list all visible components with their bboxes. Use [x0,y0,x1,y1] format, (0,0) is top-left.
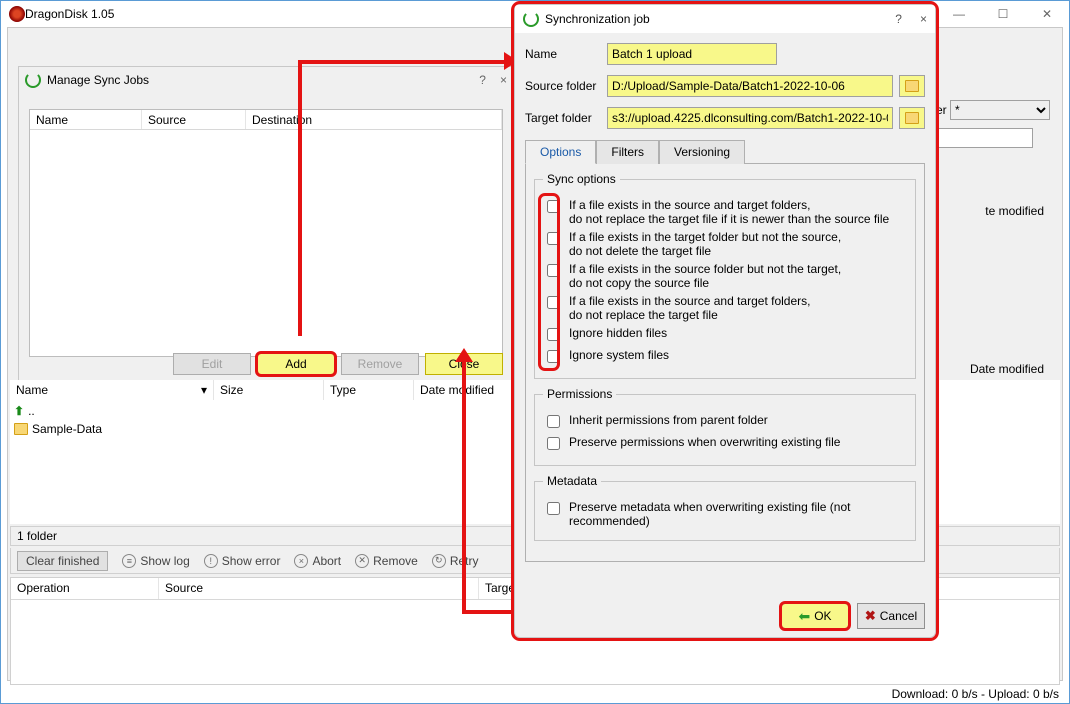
col-name[interactable]: Name▾ [10,380,214,400]
source-label: Source folder [525,79,601,93]
folder-icon [905,80,919,92]
filter-select[interactable]: * [950,100,1050,120]
error-icon: ! [204,554,218,568]
annotation-arrow [462,360,466,614]
remove-icon: ✕ [355,554,369,568]
sync-icon [25,72,41,88]
sync-options-group: Sync options If a file exists in the sou… [534,172,916,379]
tab-options[interactable]: Options [525,140,596,164]
abort-icon: × [294,554,308,568]
folder-icon [14,423,28,435]
annotation-arrow [298,60,302,336]
col-size[interactable]: Size [214,380,324,400]
minimize-button[interactable]: — [937,1,981,27]
annotation-arrow [298,60,508,64]
opt-noreplace-checkbox[interactable] [547,296,560,309]
target-folder-field[interactable] [607,107,893,129]
name-label: Name [525,47,601,61]
app-title: DragonDisk 1.05 [25,7,114,21]
target-label: Target folder [525,111,601,125]
tab-filters[interactable]: Filters [596,140,659,164]
remove-button[interactable]: Remove [341,353,419,375]
sync-job-dialog: Synchronization job ? × Name Source fold… [514,4,936,638]
permissions-group: Permissions Inherit permissions from par… [534,387,916,466]
jobs-table[interactable]: Name Source Destination [29,109,503,357]
edit-button[interactable]: Edit [173,353,251,375]
cancel-button[interactable]: ✖Cancel [857,603,925,629]
tab-content: Sync options If a file exists in the sou… [525,163,925,562]
col-type[interactable]: Type [324,380,414,400]
check-icon: ⬅ [798,608,810,625]
manage-sync-jobs-dialog: Manage Sync Jobs ? × Name Source Destina… [18,66,514,382]
opt-newer-checkbox[interactable] [547,200,560,213]
status-bar: Download: 0 b/s - Upload: 0 b/s [892,687,1059,701]
perm-preserve-checkbox[interactable] [547,437,560,450]
col-operation[interactable]: Operation [11,578,159,599]
name-field[interactable] [607,43,777,65]
tab-versioning[interactable]: Versioning [659,140,745,164]
help-button[interactable]: ? [479,73,486,87]
remove-button[interactable]: ✕Remove [355,554,418,568]
maximize-button[interactable]: ☐ [981,1,1025,27]
up-arrow-icon: ⬆ [14,404,24,418]
opt-nocopy-checkbox[interactable] [547,264,560,277]
ok-button[interactable]: ⬅OK [781,603,849,629]
browse-source-button[interactable] [899,75,925,97]
col-destination[interactable]: Destination [246,110,502,129]
metadata-group: Metadata Preserve metadata when overwrit… [534,474,916,541]
app-icon [9,6,25,22]
x-icon: ✖ [865,608,876,624]
col-source[interactable]: Source [159,578,479,599]
arrow-head-icon [455,348,473,362]
opt-hidden-checkbox[interactable] [547,328,560,341]
opt-system-checkbox[interactable] [547,350,560,363]
close-icon[interactable]: × [920,12,927,26]
source-folder-field[interactable] [607,75,893,97]
help-button[interactable]: ? [895,12,902,26]
opt-nodelete-checkbox[interactable] [547,232,560,245]
log-icon: ≡ [122,554,136,568]
filter-input[interactable] [933,128,1033,148]
folder-icon [905,112,919,124]
dialog-title: Synchronization job [545,12,650,26]
retry-icon: ↻ [432,554,446,568]
sync-icon [523,11,539,27]
close-button[interactable]: ✕ [1025,1,1069,27]
manage-title: Manage Sync Jobs [47,73,149,87]
show-log-button[interactable]: ≡Show log [122,554,189,568]
abort-button[interactable]: ×Abort [294,554,341,568]
filter-row: ter * [933,100,1050,148]
col-date-modified-2: Date modified [970,362,1044,376]
clear-finished-button[interactable]: Clear finished [17,551,108,571]
close-icon[interactable]: × [500,73,507,87]
col-date-modified: te modified [985,204,1044,218]
show-error-button[interactable]: !Show error [204,554,281,568]
perm-inherit-checkbox[interactable] [547,415,560,428]
col-source[interactable]: Source [142,110,246,129]
meta-preserve-checkbox[interactable] [547,502,560,515]
col-name[interactable]: Name [30,110,142,129]
browse-target-button[interactable] [899,107,925,129]
retry-button[interactable]: ↻Retry [432,554,479,568]
add-button[interactable]: Add [257,353,335,375]
